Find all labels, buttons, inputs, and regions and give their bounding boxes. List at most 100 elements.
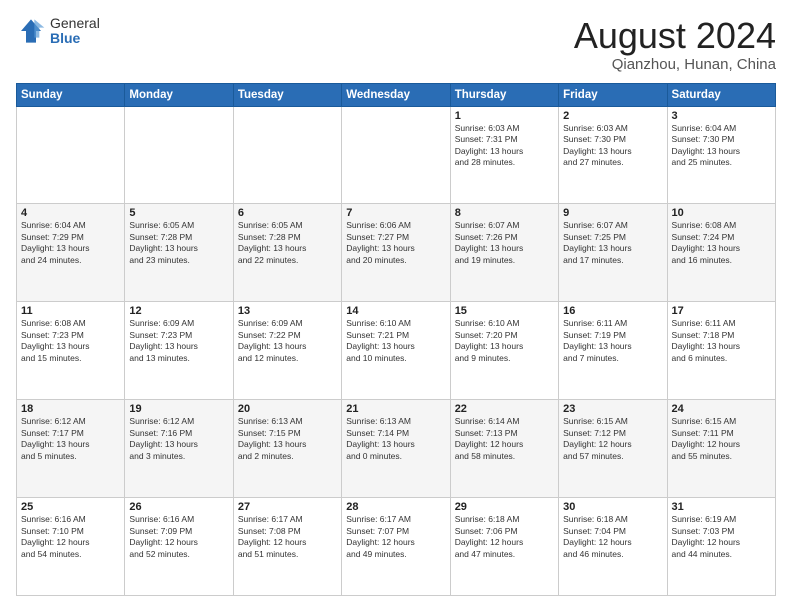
day-number-2-0: 11 bbox=[21, 305, 120, 317]
cell-3-2: 20Sunrise: 6:13 AM Sunset: 7:15 PM Dayli… bbox=[233, 400, 341, 498]
week-row-4: 25Sunrise: 6:16 AM Sunset: 7:10 PM Dayli… bbox=[17, 498, 776, 596]
cell-2-2: 13Sunrise: 6:09 AM Sunset: 7:22 PM Dayli… bbox=[233, 302, 341, 400]
day-info-4-0: Sunrise: 6:16 AM Sunset: 7:10 PM Dayligh… bbox=[21, 514, 90, 558]
cell-3-5: 23Sunrise: 6:15 AM Sunset: 7:12 PM Dayli… bbox=[559, 400, 667, 498]
day-number-1-6: 10 bbox=[672, 207, 771, 219]
col-thursday: Thursday bbox=[450, 83, 558, 106]
day-number-3-6: 24 bbox=[672, 403, 771, 415]
day-number-0-6: 3 bbox=[672, 110, 771, 122]
week-row-3: 18Sunrise: 6:12 AM Sunset: 7:17 PM Dayli… bbox=[17, 400, 776, 498]
cell-1-0: 4Sunrise: 6:04 AM Sunset: 7:29 PM Daylig… bbox=[17, 204, 125, 302]
cell-0-4: 1Sunrise: 6:03 AM Sunset: 7:31 PM Daylig… bbox=[450, 106, 558, 204]
day-number-0-4: 1 bbox=[455, 110, 554, 122]
day-info-1-5: Sunrise: 6:07 AM Sunset: 7:25 PM Dayligh… bbox=[563, 220, 632, 264]
col-saturday: Saturday bbox=[667, 83, 775, 106]
day-info-0-5: Sunrise: 6:03 AM Sunset: 7:30 PM Dayligh… bbox=[563, 123, 632, 167]
logo-blue-label: Blue bbox=[50, 31, 100, 46]
day-number-3-3: 21 bbox=[346, 403, 445, 415]
cell-2-6: 17Sunrise: 6:11 AM Sunset: 7:18 PM Dayli… bbox=[667, 302, 775, 400]
day-number-4-0: 25 bbox=[21, 501, 120, 513]
day-info-2-4: Sunrise: 6:10 AM Sunset: 7:20 PM Dayligh… bbox=[455, 318, 524, 362]
day-info-2-2: Sunrise: 6:09 AM Sunset: 7:22 PM Dayligh… bbox=[238, 318, 307, 362]
day-number-4-5: 30 bbox=[563, 501, 662, 513]
day-info-1-6: Sunrise: 6:08 AM Sunset: 7:24 PM Dayligh… bbox=[672, 220, 741, 264]
day-number-3-4: 22 bbox=[455, 403, 554, 415]
day-info-4-6: Sunrise: 6:19 AM Sunset: 7:03 PM Dayligh… bbox=[672, 514, 741, 558]
col-friday: Friday bbox=[559, 83, 667, 106]
month-title: August 2024 bbox=[574, 16, 776, 56]
cell-1-2: 6Sunrise: 6:05 AM Sunset: 7:28 PM Daylig… bbox=[233, 204, 341, 302]
day-info-1-1: Sunrise: 6:05 AM Sunset: 7:28 PM Dayligh… bbox=[129, 220, 198, 264]
cell-2-4: 15Sunrise: 6:10 AM Sunset: 7:20 PM Dayli… bbox=[450, 302, 558, 400]
day-info-3-6: Sunrise: 6:15 AM Sunset: 7:11 PM Dayligh… bbox=[672, 416, 741, 460]
day-info-1-0: Sunrise: 6:04 AM Sunset: 7:29 PM Dayligh… bbox=[21, 220, 90, 264]
cell-0-5: 2Sunrise: 6:03 AM Sunset: 7:30 PM Daylig… bbox=[559, 106, 667, 204]
week-row-1: 4Sunrise: 6:04 AM Sunset: 7:29 PM Daylig… bbox=[17, 204, 776, 302]
day-number-3-1: 19 bbox=[129, 403, 228, 415]
col-sunday: Sunday bbox=[17, 83, 125, 106]
cell-1-3: 7Sunrise: 6:06 AM Sunset: 7:27 PM Daylig… bbox=[342, 204, 450, 302]
day-info-2-6: Sunrise: 6:11 AM Sunset: 7:18 PM Dayligh… bbox=[672, 318, 741, 362]
day-info-4-2: Sunrise: 6:17 AM Sunset: 7:08 PM Dayligh… bbox=[238, 514, 307, 558]
cell-3-3: 21Sunrise: 6:13 AM Sunset: 7:14 PM Dayli… bbox=[342, 400, 450, 498]
col-wednesday: Wednesday bbox=[342, 83, 450, 106]
cell-2-0: 11Sunrise: 6:08 AM Sunset: 7:23 PM Dayli… bbox=[17, 302, 125, 400]
cell-4-1: 26Sunrise: 6:16 AM Sunset: 7:09 PM Dayli… bbox=[125, 498, 233, 596]
day-number-3-0: 18 bbox=[21, 403, 120, 415]
day-number-2-4: 15 bbox=[455, 305, 554, 317]
day-number-1-4: 8 bbox=[455, 207, 554, 219]
day-info-2-5: Sunrise: 6:11 AM Sunset: 7:19 PM Dayligh… bbox=[563, 318, 632, 362]
week-row-2: 11Sunrise: 6:08 AM Sunset: 7:23 PM Dayli… bbox=[17, 302, 776, 400]
day-info-1-3: Sunrise: 6:06 AM Sunset: 7:27 PM Dayligh… bbox=[346, 220, 415, 264]
cell-1-5: 9Sunrise: 6:07 AM Sunset: 7:25 PM Daylig… bbox=[559, 204, 667, 302]
day-info-2-0: Sunrise: 6:08 AM Sunset: 7:23 PM Dayligh… bbox=[21, 318, 90, 362]
day-number-3-2: 20 bbox=[238, 403, 337, 415]
title-block: August 2024 Qianzhou, Hunan, China bbox=[574, 16, 776, 73]
day-number-2-2: 13 bbox=[238, 305, 337, 317]
cell-3-1: 19Sunrise: 6:12 AM Sunset: 7:16 PM Dayli… bbox=[125, 400, 233, 498]
cell-0-3 bbox=[342, 106, 450, 204]
cell-0-1 bbox=[125, 106, 233, 204]
calendar-table: Sunday Monday Tuesday Wednesday Thursday… bbox=[16, 83, 776, 596]
day-number-1-0: 4 bbox=[21, 207, 120, 219]
day-info-3-1: Sunrise: 6:12 AM Sunset: 7:16 PM Dayligh… bbox=[129, 416, 198, 460]
col-monday: Monday bbox=[125, 83, 233, 106]
day-number-2-1: 12 bbox=[129, 305, 228, 317]
cell-4-5: 30Sunrise: 6:18 AM Sunset: 7:04 PM Dayli… bbox=[559, 498, 667, 596]
day-number-4-4: 29 bbox=[455, 501, 554, 513]
cell-3-6: 24Sunrise: 6:15 AM Sunset: 7:11 PM Dayli… bbox=[667, 400, 775, 498]
cell-2-3: 14Sunrise: 6:10 AM Sunset: 7:21 PM Dayli… bbox=[342, 302, 450, 400]
day-info-2-1: Sunrise: 6:09 AM Sunset: 7:23 PM Dayligh… bbox=[129, 318, 198, 362]
logo-text: General Blue bbox=[50, 16, 100, 47]
cell-0-0 bbox=[17, 106, 125, 204]
cell-3-4: 22Sunrise: 6:14 AM Sunset: 7:13 PM Dayli… bbox=[450, 400, 558, 498]
cell-1-6: 10Sunrise: 6:08 AM Sunset: 7:24 PM Dayli… bbox=[667, 204, 775, 302]
page: General Blue August 2024 Qianzhou, Hunan… bbox=[0, 0, 792, 612]
week-row-0: 1Sunrise: 6:03 AM Sunset: 7:31 PM Daylig… bbox=[17, 106, 776, 204]
day-number-1-3: 7 bbox=[346, 207, 445, 219]
day-info-4-1: Sunrise: 6:16 AM Sunset: 7:09 PM Dayligh… bbox=[129, 514, 198, 558]
logo-general-label: General bbox=[50, 16, 100, 31]
day-info-3-3: Sunrise: 6:13 AM Sunset: 7:14 PM Dayligh… bbox=[346, 416, 415, 460]
day-number-0-5: 2 bbox=[563, 110, 662, 122]
day-info-0-4: Sunrise: 6:03 AM Sunset: 7:31 PM Dayligh… bbox=[455, 123, 524, 167]
day-info-1-2: Sunrise: 6:05 AM Sunset: 7:28 PM Dayligh… bbox=[238, 220, 307, 264]
cell-4-0: 25Sunrise: 6:16 AM Sunset: 7:10 PM Dayli… bbox=[17, 498, 125, 596]
cell-4-2: 27Sunrise: 6:17 AM Sunset: 7:08 PM Dayli… bbox=[233, 498, 341, 596]
day-info-3-5: Sunrise: 6:15 AM Sunset: 7:12 PM Dayligh… bbox=[563, 416, 632, 460]
day-number-4-1: 26 bbox=[129, 501, 228, 513]
logo-icon bbox=[16, 16, 46, 46]
cell-4-3: 28Sunrise: 6:17 AM Sunset: 7:07 PM Dayli… bbox=[342, 498, 450, 596]
header-row: Sunday Monday Tuesday Wednesday Thursday… bbox=[17, 83, 776, 106]
day-info-2-3: Sunrise: 6:10 AM Sunset: 7:21 PM Dayligh… bbox=[346, 318, 415, 362]
day-number-3-5: 23 bbox=[563, 403, 662, 415]
day-info-4-5: Sunrise: 6:18 AM Sunset: 7:04 PM Dayligh… bbox=[563, 514, 632, 558]
cell-2-5: 16Sunrise: 6:11 AM Sunset: 7:19 PM Dayli… bbox=[559, 302, 667, 400]
day-number-1-5: 9 bbox=[563, 207, 662, 219]
day-info-3-2: Sunrise: 6:13 AM Sunset: 7:15 PM Dayligh… bbox=[238, 416, 307, 460]
day-info-0-6: Sunrise: 6:04 AM Sunset: 7:30 PM Dayligh… bbox=[672, 123, 741, 167]
col-tuesday: Tuesday bbox=[233, 83, 341, 106]
logo: General Blue bbox=[16, 16, 100, 47]
day-number-1-2: 6 bbox=[238, 207, 337, 219]
location-subtitle: Qianzhou, Hunan, China bbox=[574, 56, 776, 73]
